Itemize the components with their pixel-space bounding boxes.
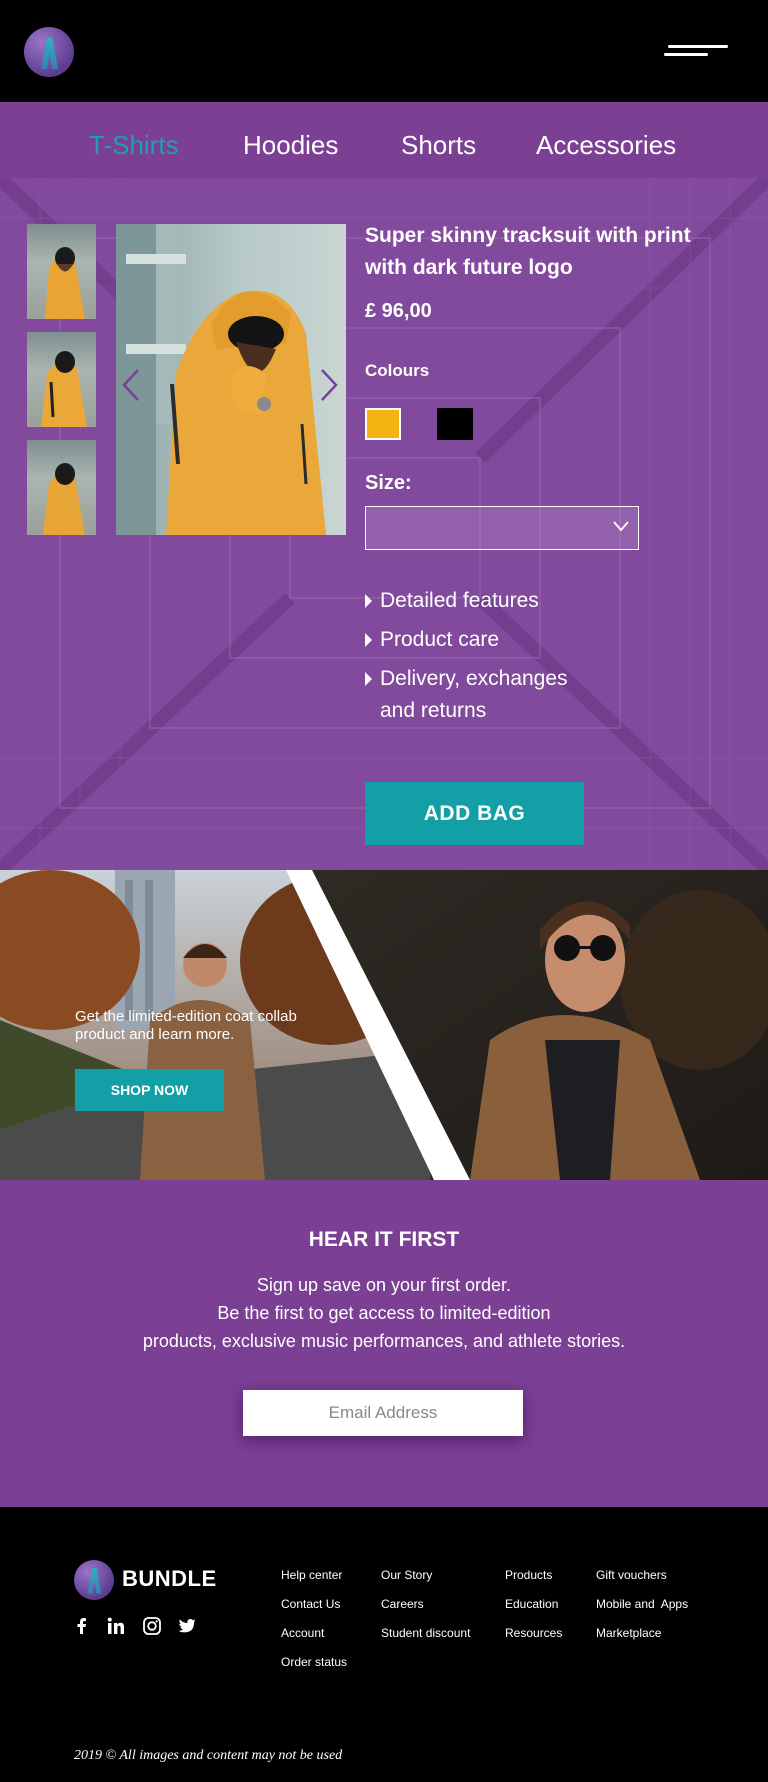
- footer-link[interactable]: Marketplace: [596, 1626, 661, 1640]
- copyright-text: 2019 © All images and content may not be…: [74, 1748, 343, 1763]
- product-main-image: [116, 224, 346, 535]
- next-arrow-icon[interactable]: [318, 368, 340, 402]
- category-nav: T-Shirts Hoodies Shorts Accessories: [0, 102, 768, 178]
- instagram-icon[interactable]: [142, 1616, 162, 1636]
- footer-link[interactable]: Mobile and Apps: [596, 1597, 688, 1611]
- tab-shorts[interactable]: Shorts: [401, 130, 476, 161]
- footer-link[interactable]: Our Story: [381, 1568, 432, 1582]
- product-thumbnail[interactable]: [27, 332, 96, 427]
- newsletter-line: Sign up save on your first order.: [256, 1275, 512, 1295]
- footer-link[interactable]: Student discount: [381, 1626, 470, 1640]
- accordion-product-care[interactable]: Product care: [365, 624, 600, 656]
- footer-link[interactable]: Resources: [505, 1626, 562, 1640]
- footer-link[interactable]: Account: [281, 1626, 324, 1640]
- footer-link[interactable]: Gift vouchers: [596, 1568, 667, 1582]
- product-thumbnail[interactable]: [27, 224, 96, 319]
- footer-brand: BUNDLE: [122, 1566, 217, 1591]
- twitter-icon[interactable]: [177, 1616, 197, 1636]
- footer-link[interactable]: Products: [505, 1568, 552, 1582]
- footer-link[interactable]: Careers: [381, 1597, 424, 1611]
- product-title: Super skinny tracksuit with print with d…: [365, 224, 691, 279]
- site-header: [0, 0, 768, 102]
- bundle-logo-icon[interactable]: [24, 27, 74, 77]
- promo-banner: Get the limited-edition coat collab prod…: [0, 870, 768, 1180]
- colour-swatch-black[interactable]: [437, 408, 473, 440]
- promo-text: Get the limited-edition coat collab prod…: [75, 1008, 297, 1043]
- hamburger-menu-icon[interactable]: [664, 42, 728, 58]
- shop-now-button[interactable]: SHOP NOW: [75, 1069, 224, 1111]
- caret-right-icon: [365, 633, 372, 647]
- caret-right-icon: [365, 672, 372, 686]
- size-select[interactable]: [365, 506, 639, 550]
- newsletter-line: products, exclusive music performances, …: [142, 1331, 626, 1351]
- chevron-down-icon: [613, 521, 629, 532]
- tab-t-shirts[interactable]: T-Shirts: [89, 130, 179, 161]
- site-footer: BUNDLE Help center Contact Us Account Or…: [0, 1507, 768, 1782]
- footer-link[interactable]: Help center: [281, 1568, 342, 1582]
- prev-arrow-icon[interactable]: [120, 368, 142, 402]
- footer-link[interactable]: Education: [505, 1597, 558, 1611]
- linkedin-icon[interactable]: [106, 1616, 126, 1636]
- facebook-icon[interactable]: [72, 1616, 92, 1636]
- product-price: £ 96,00: [365, 300, 432, 322]
- footer-link[interactable]: Contact Us: [281, 1597, 340, 1611]
- add-bag-button[interactable]: ADD BAG: [365, 782, 584, 845]
- product-section: Super skinny tracksuit with print with d…: [0, 178, 768, 870]
- colours-label: Colours: [365, 361, 430, 380]
- caret-right-icon: [365, 594, 372, 608]
- bundle-logo-icon[interactable]: [74, 1560, 114, 1600]
- newsletter-title: HEAR IT FIRST: [308, 1228, 460, 1251]
- colour-swatch-yellow[interactable]: [365, 408, 401, 440]
- tab-hoodies[interactable]: Hoodies: [243, 130, 338, 161]
- accordion-delivery[interactable]: Delivery, exchanges and returns: [365, 663, 600, 727]
- newsletter-section: HEAR IT FIRST Sign up save on your first…: [0, 1180, 768, 1507]
- accordion-detailed-features[interactable]: Detailed features: [365, 585, 600, 617]
- newsletter-line: Be the first to get access to limited-ed…: [217, 1303, 551, 1323]
- email-field[interactable]: [243, 1390, 523, 1436]
- size-label: Size:: [365, 472, 412, 494]
- tab-accessories[interactable]: Accessories: [536, 130, 676, 161]
- product-thumbnail[interactable]: [27, 440, 96, 535]
- footer-link[interactable]: Order status: [281, 1655, 347, 1669]
